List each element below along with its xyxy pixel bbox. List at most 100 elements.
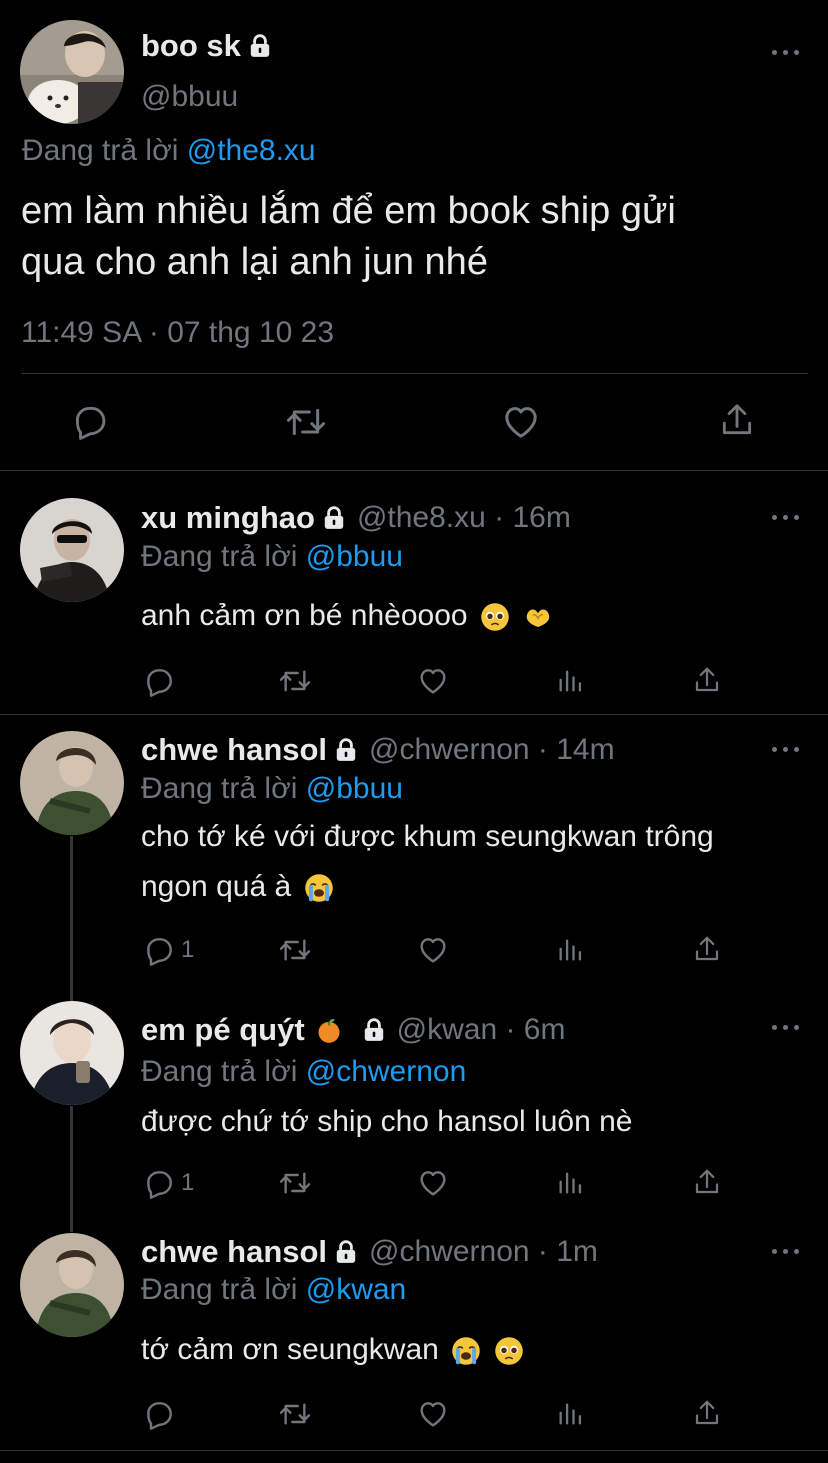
lock-icon [361,1017,387,1043]
handle-and-time[interactable]: @kwan · 6m [397,1013,566,1047]
more-icon[interactable] [771,1022,801,1032]
handle-and-time[interactable]: @the8.xu · 16m [357,501,571,535]
avatar[interactable] [20,1001,124,1105]
lock-icon [247,33,273,59]
mention-link[interactable]: @bbuu [306,772,403,805]
reply-icon [71,402,109,440]
share-button[interactable] [692,664,722,696]
retweet-icon [277,1167,313,1199]
replying-to: Đang trả lời @the8.xu [22,134,316,168]
tweet-text-line-wrap: ngon quá à [141,862,714,912]
user-handle[interactable]: @bbuu [141,80,238,114]
retweet-button[interactable] [277,934,313,966]
like-button[interactable] [417,1398,449,1430]
reply-button[interactable] [143,1398,181,1430]
tweet-text-line: anh cảm ơn bé nhèoooo [141,599,468,632]
display-name[interactable]: em pé quýt @kwan · 6m [141,1012,565,1048]
tangerine-emoji [315,1016,343,1044]
reply-button[interactable] [71,402,109,440]
retweet-button[interactable] [277,1398,313,1430]
display-name-text: chwe hansol [141,732,328,767]
reply-icon [143,665,175,697]
handle-and-time[interactable]: @chwernon · 14m [369,733,615,767]
retweet-button[interactable] [277,665,313,697]
share-button[interactable] [718,400,756,440]
display-name[interactable]: chwe hansol @chwernon · 1m [141,1234,598,1270]
avatar[interactable] [20,731,124,835]
tweet-text: em làm nhiều lắm để em book ship gửi qua… [21,186,676,288]
display-name[interactable]: xu minghao @the8.xu · 16m [141,500,571,536]
pleading-face-emoji [480,602,510,632]
like-button[interactable] [417,1167,449,1199]
display-name-text: xu minghao [141,500,315,535]
lock-icon [321,505,347,531]
mention-link[interactable]: @the8.xu [187,134,316,167]
views-icon [556,935,584,965]
like-button[interactable] [417,934,449,966]
replying-prefix: Đang trả lời [141,1055,298,1088]
retweet-button[interactable] [285,402,327,442]
display-name[interactable]: chwe hansol @chwernon · 14m [141,732,615,768]
heart-icon [501,402,541,442]
thread-connector [70,1106,73,1232]
heart-icon [417,934,449,966]
reply-icon [143,934,175,966]
divider [0,470,828,471]
tweet-timestamp[interactable]: 11:49 SA · 07 thg 10 23 [21,316,334,350]
display-name-text: boo sk [141,28,241,63]
views-button[interactable] [556,935,584,965]
reply-button[interactable] [143,665,181,697]
reply-icon [143,1167,175,1199]
replying-prefix: Đang trả lời [141,1273,298,1306]
replying-prefix: Đang trả lời [22,134,179,167]
more-icon[interactable] [771,1246,801,1256]
mention-link[interactable]: @kwan [306,1273,407,1306]
retweet-icon [285,402,327,442]
avatar[interactable] [20,498,124,602]
display-name-text: chwe hansol [141,1234,328,1269]
mention-link[interactable]: @bbuu [306,540,403,573]
tweet-text: được chứ tớ ship cho hansol luôn nè [141,1097,632,1147]
share-button[interactable] [692,1166,722,1198]
share-button[interactable] [692,933,722,965]
tweet-text: anh cảm ơn bé nhèoooo [141,591,554,641]
reply-button[interactable]: 1 [143,1167,194,1199]
tweet-text-line: qua cho anh lại anh jun nhé [21,241,488,283]
more-icon[interactable] [771,47,801,57]
lock-icon [333,737,359,763]
display-name[interactable]: boo sk [141,28,273,64]
pleading-face-emoji [494,1336,524,1366]
share-button[interactable] [692,1397,722,1429]
like-button[interactable] [417,665,449,697]
views-button[interactable] [556,1399,584,1429]
thread-connector [70,836,73,1001]
more-icon[interactable] [771,744,801,754]
views-icon [556,1399,584,1429]
retweet-icon [277,1398,313,1430]
heart-hands-emoji [522,602,554,632]
handle-and-time[interactable]: @chwernon · 1m [369,1235,598,1269]
heart-icon [417,1167,449,1199]
divider [0,1450,828,1451]
share-icon [718,400,756,440]
tweet-text-line: ngon quá à [141,870,292,903]
replying-to: Đang trả lời @bbuu [141,540,403,574]
more-icon[interactable] [771,512,801,522]
avatar[interactable] [20,20,124,124]
tweet-text-line: được chứ tớ ship cho hansol luôn nè [141,1105,633,1138]
views-icon [556,666,584,696]
share-icon [692,664,722,696]
like-button[interactable] [501,402,541,442]
reply-button[interactable]: 1 [143,934,194,966]
reply-icon [143,1398,175,1430]
retweet-button[interactable] [277,1167,313,1199]
replying-prefix: Đang trả lời [141,540,298,573]
heart-icon [417,1398,449,1430]
share-icon [692,1166,722,1198]
views-button[interactable] [556,1168,584,1198]
avatar[interactable] [20,1233,124,1337]
mention-link[interactable]: @chwernon [306,1055,467,1088]
views-button[interactable] [556,666,584,696]
retweet-icon [277,665,313,697]
retweet-icon [277,934,313,966]
